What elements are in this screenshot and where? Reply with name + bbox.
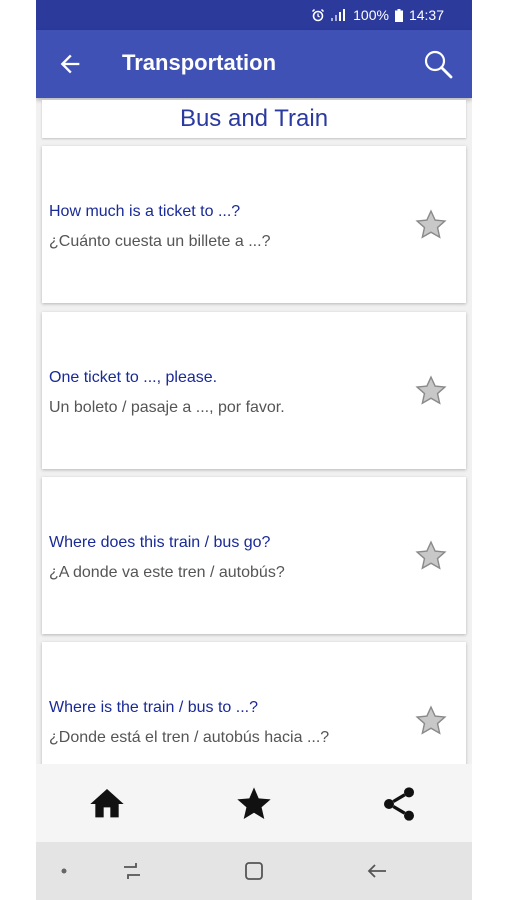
phone-screen: 100% 14:37 Transportation Bus and Train … — [36, 0, 472, 900]
bottom-navigation — [36, 764, 472, 842]
battery-icon — [394, 8, 403, 22]
home-button-icon[interactable] — [242, 859, 266, 883]
app-bar: Transportation — [36, 30, 472, 98]
alarm-icon — [312, 8, 325, 22]
favorite-star-icon[interactable] — [414, 704, 448, 738]
signal-icon — [331, 9, 346, 21]
spanish-phrase: Un boleto / pasaje a ..., por favor. — [49, 399, 285, 416]
favorite-star-icon[interactable] — [414, 539, 448, 573]
dot-icon — [61, 868, 67, 874]
phrase-card[interactable]: Where does this train / bus go? ¿A donde… — [42, 477, 466, 634]
arrow-back-icon[interactable] — [56, 50, 84, 78]
english-phrase: Where does this train / bus go? — [49, 534, 271, 551]
battery-level: 100% — [353, 7, 389, 23]
status-bar: 100% 14:37 — [36, 0, 472, 30]
search-icon[interactable] — [422, 48, 454, 80]
category-header: Bus and Train — [42, 100, 466, 138]
star-icon[interactable] — [234, 784, 274, 824]
recent-apps-icon[interactable] — [120, 859, 144, 883]
phrase-card[interactable]: How much is a ticket to ...? ¿Cuánto cue… — [42, 146, 466, 303]
english-phrase: How much is a ticket to ...? — [49, 203, 241, 220]
clock: 14:37 — [408, 7, 444, 23]
english-phrase: One ticket to ..., please. — [49, 369, 218, 386]
page-title: Transportation — [122, 50, 277, 75]
phrase-card[interactable]: One ticket to ..., please. Un boleto / p… — [42, 312, 466, 469]
system-navigation-bar — [36, 842, 472, 900]
back-button-icon[interactable] — [365, 859, 389, 883]
spanish-phrase: ¿Donde está el tren / autobús hacia ...? — [49, 729, 330, 746]
spanish-phrase: ¿A donde va este tren / autobús? — [49, 564, 285, 581]
spanish-phrase: ¿Cuánto cuesta un billete a ...? — [49, 233, 271, 250]
favorite-star-icon[interactable] — [414, 208, 448, 242]
favorite-star-icon[interactable] — [414, 374, 448, 408]
share-icon[interactable] — [379, 784, 419, 824]
english-phrase: Where is the train / bus to ...? — [49, 699, 258, 716]
home-icon[interactable] — [87, 784, 127, 824]
